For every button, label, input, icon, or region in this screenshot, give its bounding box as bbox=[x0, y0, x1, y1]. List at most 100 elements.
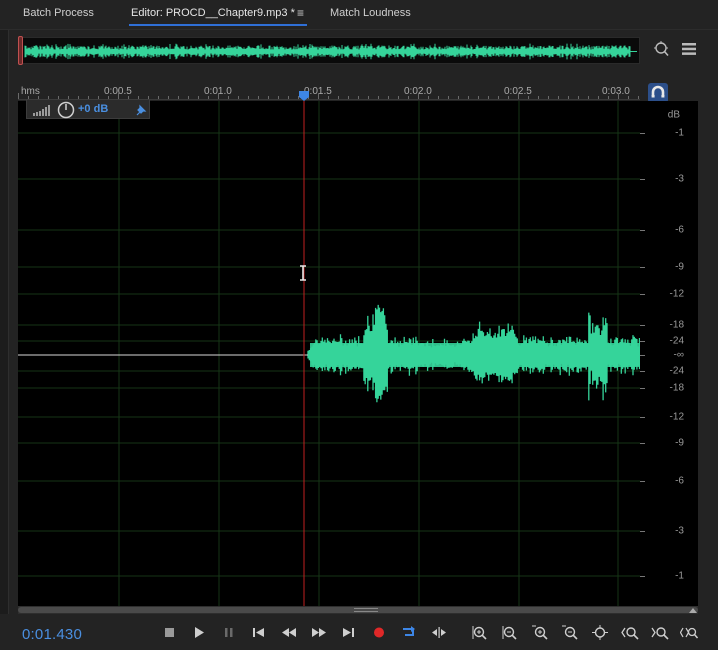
db-scale-label: -1 bbox=[675, 570, 684, 582]
ruler-tick bbox=[478, 96, 479, 99]
ruler-tick bbox=[158, 96, 159, 99]
gain-value[interactable]: +0 dB bbox=[78, 103, 108, 115]
transport-bar: 0:01.430 bbox=[0, 614, 718, 650]
ruler-tick bbox=[318, 93, 319, 99]
go-to-end-icon[interactable] bbox=[340, 624, 358, 640]
play-icon[interactable] bbox=[190, 624, 208, 640]
record-icon[interactable] bbox=[370, 624, 388, 640]
text-cursor-icon bbox=[300, 265, 306, 281]
tab-editor[interactable]: Editor: PROCD__Chapter9.mp3 * bbox=[131, 7, 295, 19]
db-scale-label: -3 bbox=[675, 173, 684, 185]
zoom-full-icon[interactable] bbox=[591, 624, 609, 640]
waveform-graphic bbox=[18, 101, 640, 606]
scrollbar-grip-icon bbox=[354, 608, 378, 612]
db-scale-label: -3 bbox=[675, 525, 684, 537]
ruler-tick bbox=[368, 96, 369, 99]
db-scale-tick bbox=[640, 294, 645, 295]
waveform-display[interactable] bbox=[18, 101, 640, 606]
panel-menu-icon[interactable] bbox=[682, 42, 696, 56]
overview-waveform[interactable] bbox=[18, 37, 640, 64]
ruler-tick bbox=[528, 96, 529, 99]
ruler-tick bbox=[18, 93, 19, 99]
ruler-tick bbox=[218, 93, 219, 99]
ruler-tick bbox=[198, 96, 199, 99]
db-scale[interactable]: dB -1 -3 -6 -9 -12 -18 -24 -∞ -24 -18 -12 -9 -6 -3 -1 bbox=[640, 101, 698, 606]
db-scale-label: -18 bbox=[669, 382, 684, 394]
snap-magnet-icon[interactable] bbox=[648, 83, 668, 103]
db-scale-tick bbox=[640, 179, 645, 180]
current-time-display[interactable]: 0:01.430 bbox=[22, 626, 82, 643]
ruler-tick bbox=[238, 96, 239, 99]
db-scale-tick bbox=[640, 230, 645, 231]
ruler-tick bbox=[568, 96, 569, 99]
waveform-body bbox=[310, 343, 640, 367]
volume-knob-icon[interactable] bbox=[57, 101, 75, 119]
db-scale-label: -24 bbox=[669, 365, 684, 377]
db-scale-tick bbox=[640, 388, 645, 389]
pause-icon[interactable] bbox=[220, 624, 238, 640]
ruler-tick bbox=[448, 96, 449, 99]
db-scale-label: -9 bbox=[675, 261, 684, 273]
ruler-tick bbox=[638, 96, 639, 99]
ruler-tick bbox=[578, 96, 579, 99]
left-panel-edge bbox=[0, 30, 9, 650]
db-scale-tick bbox=[640, 267, 645, 268]
ruler-tick bbox=[178, 96, 179, 99]
ruler-tick bbox=[228, 96, 229, 99]
zoom-in-end-icon[interactable] bbox=[651, 624, 669, 640]
zoom-navigator-icon[interactable] bbox=[652, 40, 670, 58]
ruler-tick bbox=[498, 96, 499, 99]
fast-forward-icon[interactable] bbox=[310, 624, 328, 640]
db-scale-tick bbox=[640, 325, 645, 326]
db-scale-tick bbox=[640, 531, 645, 532]
db-scale-tick bbox=[640, 133, 645, 134]
db-scale-tick bbox=[640, 355, 645, 356]
ruler-tick bbox=[628, 96, 629, 99]
zoom-in-amplitude-icon[interactable] bbox=[471, 624, 489, 640]
horizontal-scrollbar[interactable] bbox=[18, 606, 698, 614]
ruler-tick bbox=[248, 96, 249, 99]
db-scale-label: -24 bbox=[669, 335, 684, 347]
db-scale-tick bbox=[640, 341, 645, 342]
zoom-out-time-icon[interactable] bbox=[561, 624, 579, 640]
db-scale-label: -9 bbox=[675, 437, 684, 449]
overview-range-handle[interactable] bbox=[18, 36, 23, 65]
db-scale-label: -∞ bbox=[673, 349, 684, 361]
ruler-tick bbox=[288, 96, 289, 99]
loop-icon[interactable] bbox=[400, 624, 418, 640]
ruler-tick bbox=[438, 96, 439, 99]
db-scale-label: -6 bbox=[675, 475, 684, 487]
ruler-tick bbox=[188, 96, 189, 99]
stop-icon[interactable] bbox=[161, 624, 179, 640]
active-tab-indicator bbox=[129, 24, 307, 26]
tab-menu-icon[interactable]: ≡ bbox=[297, 6, 304, 20]
ruler-tick bbox=[548, 96, 549, 99]
zoom-in-start-icon[interactable] bbox=[621, 624, 639, 640]
tab-match-loudness[interactable]: Match Loudness bbox=[330, 7, 411, 19]
ruler-tick bbox=[398, 96, 399, 99]
scrollbar-up-arrow-icon[interactable] bbox=[688, 606, 698, 614]
ruler-tick bbox=[488, 96, 489, 99]
overview-waveform-graphic bbox=[24, 43, 637, 60]
db-scale-tick bbox=[640, 481, 645, 482]
playhead-marker-icon[interactable] bbox=[298, 91, 310, 101]
skip-selection-icon[interactable] bbox=[430, 624, 448, 640]
go-to-start-icon[interactable] bbox=[250, 624, 268, 640]
ruler-tick bbox=[278, 96, 279, 99]
time-ruler[interactable]: hms 0:00.5 0:01.0 0:01.5 0:02.0 0:02.5 0… bbox=[18, 83, 640, 101]
ruler-tick bbox=[268, 96, 269, 99]
heads-up-display: +0 dB bbox=[26, 99, 150, 119]
ruler-tick bbox=[518, 93, 519, 99]
ruler-tick bbox=[588, 96, 589, 99]
zoom-out-amplitude-icon[interactable] bbox=[501, 624, 519, 640]
pin-icon[interactable] bbox=[135, 103, 148, 116]
zoom-selection-icon[interactable] bbox=[680, 624, 698, 640]
rewind-icon[interactable] bbox=[280, 624, 298, 640]
tab-batch-process[interactable]: Batch Process bbox=[23, 7, 94, 19]
ruler-tick bbox=[408, 96, 409, 99]
ruler-tick bbox=[508, 96, 509, 99]
zoom-in-time-icon[interactable] bbox=[531, 624, 549, 640]
ruler-tick bbox=[428, 96, 429, 99]
ruler-tick bbox=[468, 96, 469, 99]
db-scale-tick bbox=[640, 576, 645, 577]
